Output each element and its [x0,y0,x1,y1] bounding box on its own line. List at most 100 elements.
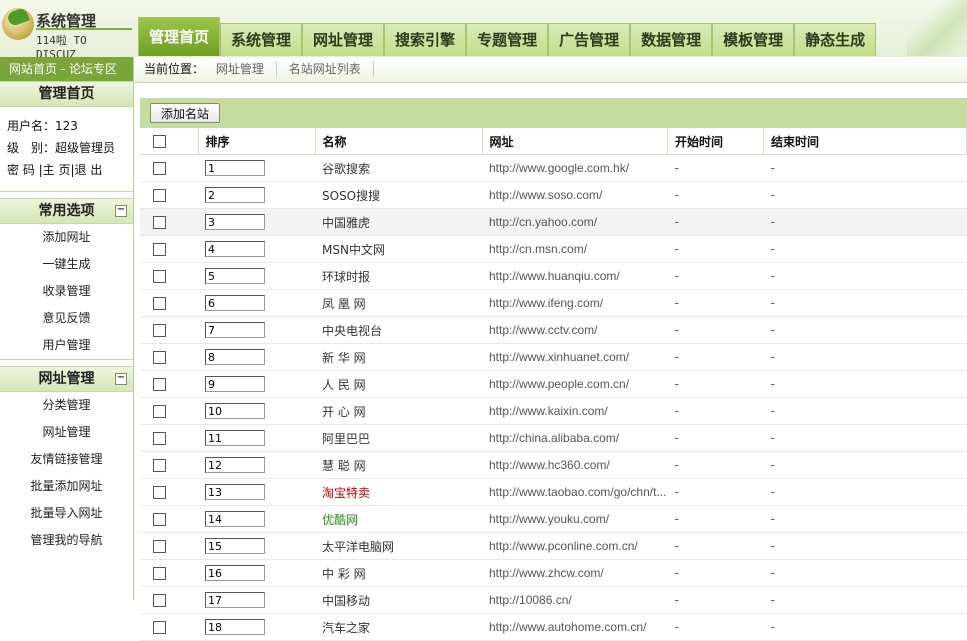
site-url[interactable]: http://www.taobao.com/go/chn/t... [489,485,666,499]
site-name[interactable]: 环球时报 [315,262,482,290]
row-checkbox[interactable] [153,540,166,553]
logo[interactable]: 系统管理 114啦 TO DISCUZ [2,6,132,61]
order-input[interactable] [205,457,265,473]
breadcrumb-item[interactable]: 网址管理 [216,61,277,77]
order-input[interactable] [205,160,265,176]
row-checkbox[interactable] [153,324,166,337]
tab-4[interactable]: 专题管理 [466,23,549,56]
site-url[interactable]: http://www.ifeng.com/ [489,296,666,310]
site-name[interactable]: 谷歌搜索 [315,154,482,182]
site-name[interactable]: 凤 凰 网 [315,289,482,317]
site-name[interactable]: SOSO搜搜 [315,181,482,209]
site-name[interactable]: 中国雅虎 [315,208,482,236]
order-input[interactable] [205,430,265,446]
sidebar-item[interactable]: 管理我的导航 [0,527,133,554]
site-name[interactable]: MSN中文网 [315,235,482,263]
site-url[interactable]: http://www.soso.com/ [489,188,666,202]
sidebar-item[interactable]: 收录管理 [0,278,133,305]
row-checkbox[interactable] [153,351,166,364]
row-checkbox[interactable] [153,162,166,175]
row-checkbox[interactable] [153,621,166,634]
breadcrumb-item[interactable]: 名站网址列表 [289,61,374,77]
site-name[interactable]: 慧 聪 网 [315,451,482,479]
order-input[interactable] [205,241,265,257]
order-input[interactable] [205,538,265,554]
collapse-icon[interactable]: − [115,373,127,385]
site-name[interactable]: 太平洋电脑网 [315,532,482,560]
collapse-icon[interactable]: − [115,205,127,217]
site-name[interactable]: 人 民 网 [315,370,482,398]
sidebar-section-title[interactable]: 网址管理 − [0,366,133,392]
tab-0[interactable]: 管理首页 [138,17,221,56]
site-url[interactable]: http://www.google.com.hk/ [489,161,666,175]
order-input[interactable] [205,268,265,284]
tab-1[interactable]: 系统管理 [220,23,303,56]
site-url[interactable]: http://www.xinhuanet.com/ [489,350,666,364]
row-checkbox[interactable] [153,243,166,256]
row-checkbox[interactable] [153,378,166,391]
site-name[interactable]: 中国移动 [315,586,482,614]
order-input[interactable] [205,349,265,365]
order-input[interactable] [205,619,265,635]
tab-2[interactable]: 网址管理 [302,23,385,56]
row-checkbox[interactable] [153,189,166,202]
row-checkbox[interactable] [153,513,166,526]
sidebar-item[interactable]: 友情链接管理 [0,446,133,473]
site-name[interactable]: 阿里巴巴 [315,424,482,452]
site-url[interactable]: http://www.cctv.com/ [489,323,666,337]
site-url[interactable]: http://www.pconline.com.cn/ [489,539,666,553]
select-all-checkbox[interactable] [153,135,166,148]
sidebar-item[interactable]: 批量导入网址 [0,500,133,527]
tab-8[interactable]: 静态生成 [794,23,877,56]
site-url[interactable]: http://www.autohome.com.cn/ [489,620,666,634]
site-name[interactable]: 汽车之家 [315,613,482,641]
tab-3[interactable]: 搜索引擎 [384,23,467,56]
order-input[interactable] [205,187,265,203]
order-input[interactable] [205,511,265,527]
order-input[interactable] [205,322,265,338]
sidebar-item[interactable]: 意见反馈 [0,305,133,332]
site-name[interactable]: 淘宝特卖 [315,478,482,506]
tab-7[interactable]: 模板管理 [712,23,795,56]
site-url[interactable]: http://china.alibaba.com/ [489,431,666,445]
site-url[interactable]: http://www.hc360.com/ [489,458,666,472]
sidebar-item[interactable]: 用户管理 [0,332,133,359]
row-checkbox[interactable] [153,432,166,445]
sidebar-item[interactable]: 添加网址 [0,224,133,251]
sidebar-top-links[interactable]: 网站首页 - 论坛专区 [0,57,133,81]
site-name[interactable]: 优酷网 [315,505,482,533]
order-input[interactable] [205,214,265,230]
site-name[interactable]: 新 华 网 [315,343,482,371]
row-checkbox[interactable] [153,459,166,472]
sidebar-item[interactable]: 批量添加网址 [0,473,133,500]
order-input[interactable] [205,295,265,311]
row-checkbox[interactable] [153,216,166,229]
site-url[interactable]: http://cn.msn.com/ [489,242,666,256]
site-url[interactable]: http://10086.cn/ [489,593,666,607]
site-url[interactable]: http://www.zhcw.com/ [489,566,666,580]
tab-6[interactable]: 数据管理 [630,23,713,56]
user-links[interactable]: 密 码 |主 页|退 出 [7,159,133,181]
site-url[interactable]: http://www.huanqiu.com/ [489,269,666,283]
tab-5[interactable]: 广告管理 [548,23,631,56]
order-input[interactable] [205,592,265,608]
row-checkbox[interactable] [153,486,166,499]
sidebar-section-title[interactable]: 常用选项 − [0,198,133,224]
add-site-button[interactable]: 添加名站 [150,103,221,123]
site-url[interactable]: http://www.youku.com/ [489,512,666,526]
site-url[interactable]: http://cn.yahoo.com/ [489,215,666,229]
order-input[interactable] [205,565,265,581]
site-name[interactable]: 开 心 网 [315,397,482,425]
sidebar-item[interactable]: 分类管理 [0,392,133,419]
sidebar-item[interactable]: 网址管理 [0,419,133,446]
row-checkbox[interactable] [153,405,166,418]
order-input[interactable] [205,376,265,392]
row-checkbox[interactable] [153,270,166,283]
site-name[interactable]: 中 彩 网 [315,559,482,587]
site-url[interactable]: http://www.kaixin.com/ [489,404,666,418]
sidebar-item[interactable]: 一键生成 [0,251,133,278]
row-checkbox[interactable] [153,297,166,310]
sidebar-home-title[interactable]: 管理首页 [0,81,133,107]
row-checkbox[interactable] [153,567,166,580]
site-url[interactable]: http://www.people.com.cn/ [489,377,666,391]
